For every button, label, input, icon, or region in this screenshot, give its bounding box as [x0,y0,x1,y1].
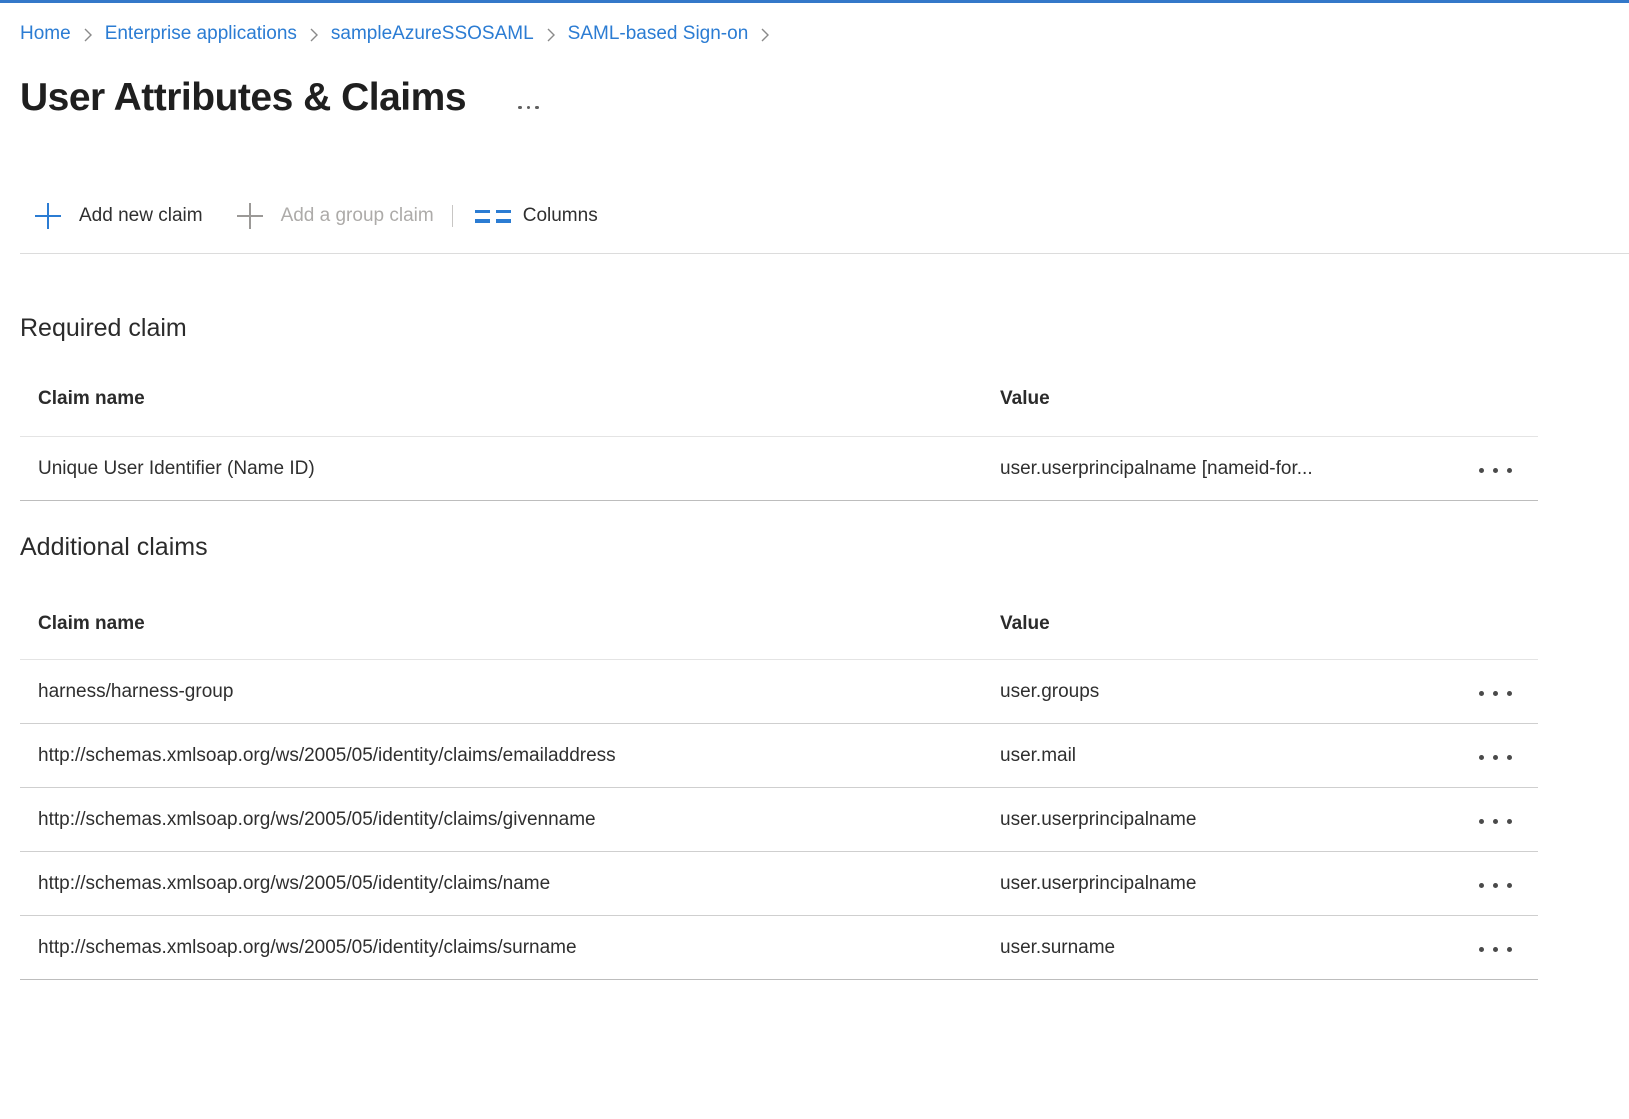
additional-claims-heading: Additional claims [20,533,1629,562]
ellipsis-icon [1479,691,1512,696]
ellipsis-icon [518,106,539,110]
table-row[interactable]: http://schemas.xmlsoap.org/ws/2005/05/id… [20,852,1538,916]
claim-name-cell: Unique User Identifier (Name ID) [20,458,1000,480]
ellipsis-icon [1479,883,1512,888]
required-claim-heading: Required claim [20,314,1629,343]
claim-name-cell: http://schemas.xmlsoap.org/ws/2005/05/id… [20,873,1000,895]
table-header-row: Claim name Value [20,588,1538,660]
row-context-menu-button[interactable] [1471,742,1520,769]
columns-button[interactable]: Columns [475,205,598,227]
add-new-claim-label: Add new claim [79,205,203,227]
additional-claims-table: Claim name Value harness/harness-group u… [20,588,1538,980]
table-row[interactable]: http://schemas.xmlsoap.org/ws/2005/05/id… [20,788,1538,852]
row-context-menu-button[interactable] [1471,678,1520,705]
ellipsis-icon [1479,947,1512,952]
table-row[interactable]: Unique User Identifier (Name ID) user.us… [20,437,1538,501]
ellipsis-icon [1479,755,1512,760]
toolbar-separator [452,205,453,227]
page-title: User Attributes & Claims [20,75,466,120]
claim-name-cell: http://schemas.xmlsoap.org/ws/2005/05/id… [20,745,1000,767]
claim-name-cell: http://schemas.xmlsoap.org/ws/2005/05/id… [20,809,1000,831]
claim-name-cell: http://schemas.xmlsoap.org/ws/2005/05/id… [20,937,1000,959]
add-group-claim-label: Add a group claim [281,205,434,227]
row-context-menu-button[interactable] [1471,806,1520,833]
chevron-right-icon [309,27,319,43]
row-context-menu-button[interactable] [1471,455,1520,482]
table-header-row: Claim name Value [20,361,1538,437]
columns-label: Columns [523,205,598,227]
ellipsis-icon [1479,468,1512,473]
claim-name-column-header: Claim name [20,613,1000,635]
claim-value-cell: user.mail [1000,745,1452,767]
ellipsis-icon [1479,819,1512,824]
command-bar: Add new claim Add a group claim Columns [35,198,1629,234]
plus-icon [237,203,263,229]
top-accent-bar [0,0,1629,3]
claim-value-cell: user.surname [1000,937,1452,959]
claim-name-column-header: Claim name [20,388,1000,410]
table-row[interactable]: http://schemas.xmlsoap.org/ws/2005/05/id… [20,916,1538,980]
claim-name-cell: harness/harness-group [20,681,1000,703]
breadcrumb-enterprise-applications[interactable]: Enterprise applications [105,23,297,45]
value-column-header: Value [1000,388,1452,410]
claim-value-cell: user.groups [1000,681,1452,703]
breadcrumb: Home Enterprise applications sampleAzure… [20,23,1629,45]
claim-value-cell: user.userprincipalname [1000,809,1452,831]
claim-value-cell: user.userprincipalname [1000,873,1452,895]
table-row[interactable]: harness/harness-group user.groups [20,660,1538,724]
plus-icon [35,203,61,229]
toolbar-divider [20,253,1629,254]
breadcrumb-home[interactable]: Home [20,23,71,45]
value-column-header: Value [1000,613,1452,635]
chevron-right-icon [83,27,93,43]
add-new-claim-button[interactable]: Add new claim [35,203,203,229]
page-context-menu-button[interactable] [514,93,543,116]
required-claims-table: Claim name Value Unique User Identifier … [20,361,1538,501]
claim-value-cell: user.userprincipalname [nameid-for... [1000,458,1452,480]
breadcrumb-app[interactable]: sampleAzureSSOSAML [331,23,534,45]
table-row[interactable]: http://schemas.xmlsoap.org/ws/2005/05/id… [20,724,1538,788]
row-context-menu-button[interactable] [1471,870,1520,897]
chevron-right-icon [546,27,556,43]
add-group-claim-button[interactable]: Add a group claim [237,203,434,229]
columns-icon [475,210,511,223]
row-context-menu-button[interactable] [1471,934,1520,961]
breadcrumb-saml-signon[interactable]: SAML-based Sign-on [568,23,749,45]
chevron-right-icon [760,27,770,43]
